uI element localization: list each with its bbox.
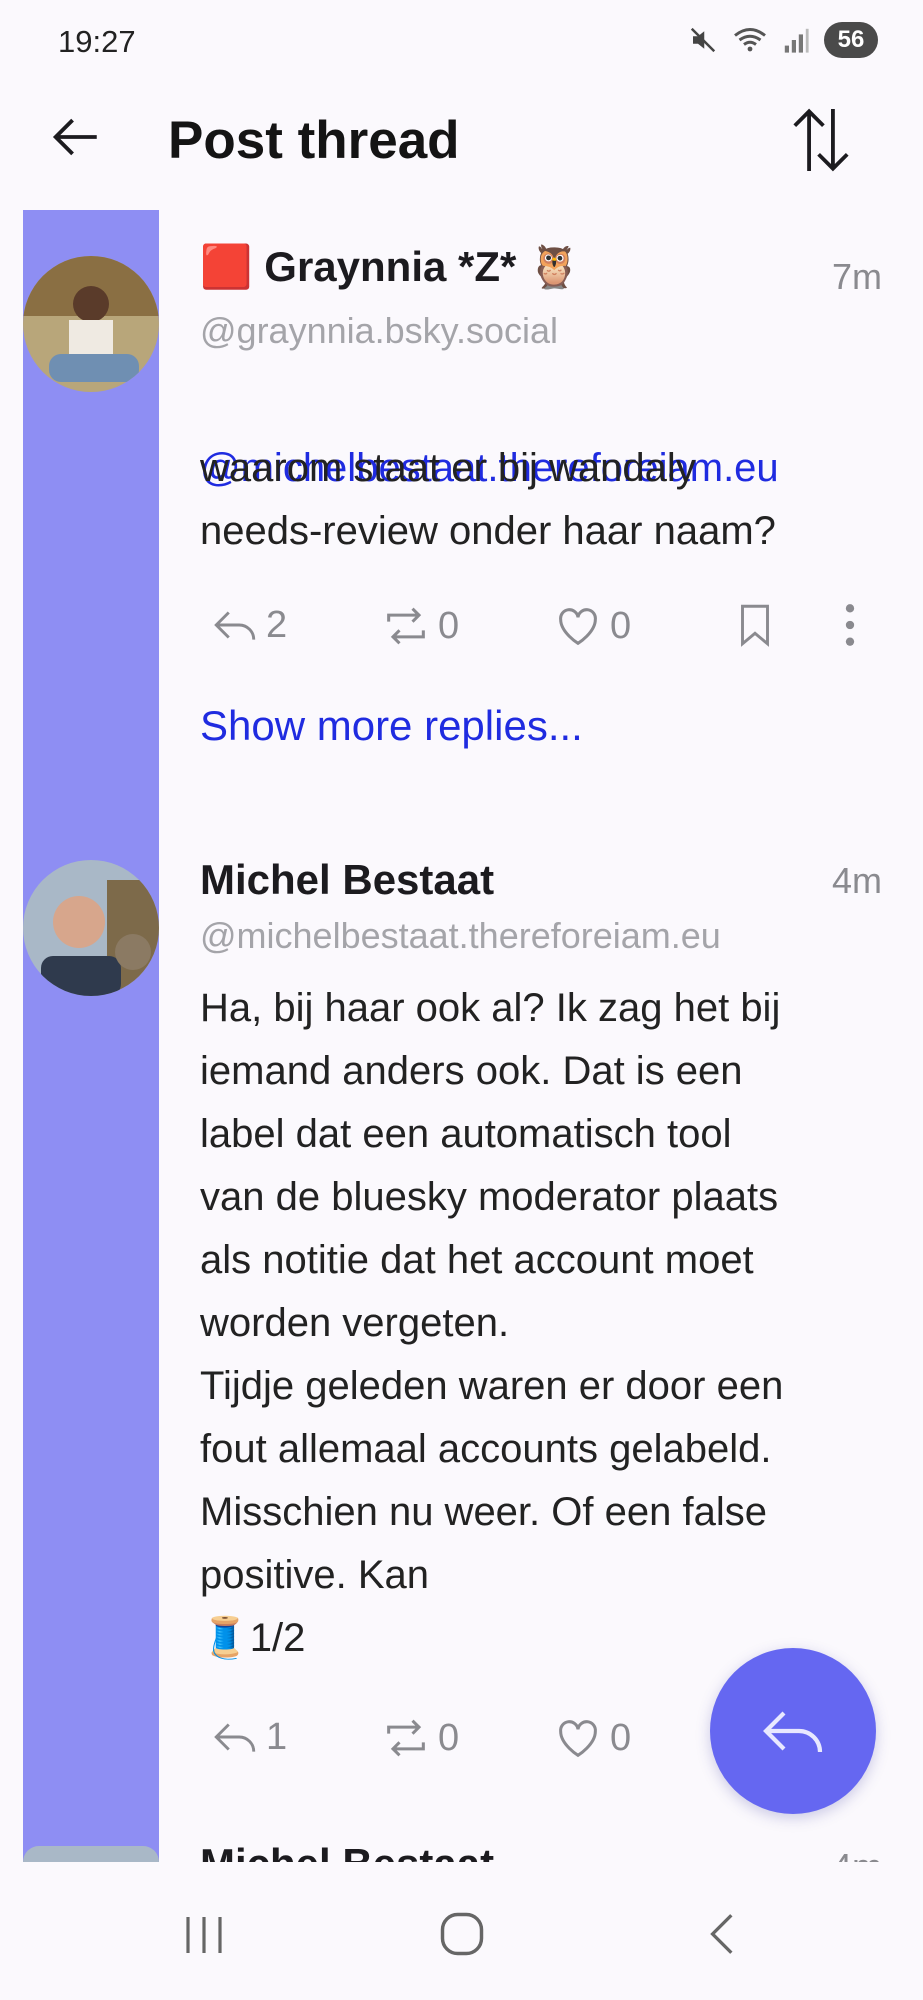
repost-icon [387, 607, 425, 645]
avatar[interactable] [23, 860, 159, 996]
system-navigation-bar [0, 1862, 923, 2000]
heart-icon [559, 1720, 597, 1758]
avatar[interactable] [23, 256, 159, 392]
like-button[interactable]: 0 [552, 600, 631, 652]
reply-button[interactable]: 2 [210, 600, 287, 650]
flag-emoji: 🟥 [200, 243, 253, 290]
status-time: 19:27 [58, 24, 136, 59]
post-actions: 2 0 0 [200, 600, 890, 656]
heart-icon [559, 608, 597, 646]
like-count: 0 [610, 604, 632, 647]
post-time: 7m [831, 256, 882, 297]
post-handle[interactable]: @michelbestaat.thereforeiam.eu [200, 915, 721, 957]
repost-count: 0 [438, 1716, 460, 1759]
signal-icon [784, 28, 809, 53]
post-author-row[interactable]: 🟥 Graynnia *Z* 🦉 [200, 243, 580, 292]
post-time: 4m [832, 1846, 882, 1862]
arrow-left-icon [52, 118, 97, 156]
reply-icon [214, 1723, 256, 1752]
reply-count: 1 [266, 1715, 288, 1758]
post-body-text: waarom staat er bij wandaly needs-review… [200, 446, 776, 553]
post-time: 4m [831, 860, 882, 901]
back-nav-icon[interactable] [698, 1908, 748, 1960]
repost-count: 0 [438, 604, 460, 647]
repost-icon [387, 1719, 425, 1757]
back-button[interactable] [40, 102, 110, 172]
bookmark-icon [741, 604, 769, 647]
reply-count: 2 [266, 603, 288, 646]
reply-icon [214, 611, 256, 640]
like-count: 0 [610, 1716, 632, 1759]
battery-indicator: 56 [824, 22, 878, 58]
like-button[interactable]: 0 [552, 1712, 631, 1764]
post-body-text: Ha, bij haar ook al? Ik zag het bij iema… [200, 986, 784, 1660]
wifi-icon [734, 28, 766, 52]
page-title: Post thread [168, 111, 460, 170]
post-time-clipped: 4m [832, 1846, 882, 1862]
more-vertical-icon [845, 604, 855, 646]
post-author[interactable]: Michel Bestaat [200, 856, 494, 904]
post-handle[interactable]: @graynnia.bsky.social [200, 310, 558, 352]
mute-icon [690, 27, 716, 53]
sort-button[interactable] [783, 102, 859, 178]
compose-reply-button[interactable] [710, 1648, 876, 1814]
show-more-replies-link[interactable]: Show more replies... [200, 702, 583, 750]
sort-arrows-icon [793, 108, 849, 172]
thread-highlight-line [23, 210, 159, 1862]
post-author-clipped: Michel Bestaat [200, 1840, 494, 1862]
reply-icon [763, 1711, 823, 1753]
reply-button[interactable]: 1 [210, 1712, 287, 1762]
repost-button[interactable]: 0 [380, 1712, 459, 1764]
repost-button[interactable]: 0 [380, 600, 459, 652]
post-author[interactable]: Michel Bestaat [200, 1840, 494, 1862]
status-icons: 56 [688, 22, 878, 58]
avatar[interactable] [23, 1846, 159, 1862]
recent-apps-icon[interactable] [180, 1910, 228, 1960]
post-author[interactable]: Graynnia *Z* 🦉 [264, 243, 580, 292]
more-options-button[interactable] [830, 600, 870, 650]
bookmark-button[interactable] [730, 600, 780, 650]
home-icon[interactable] [436, 1908, 488, 1960]
